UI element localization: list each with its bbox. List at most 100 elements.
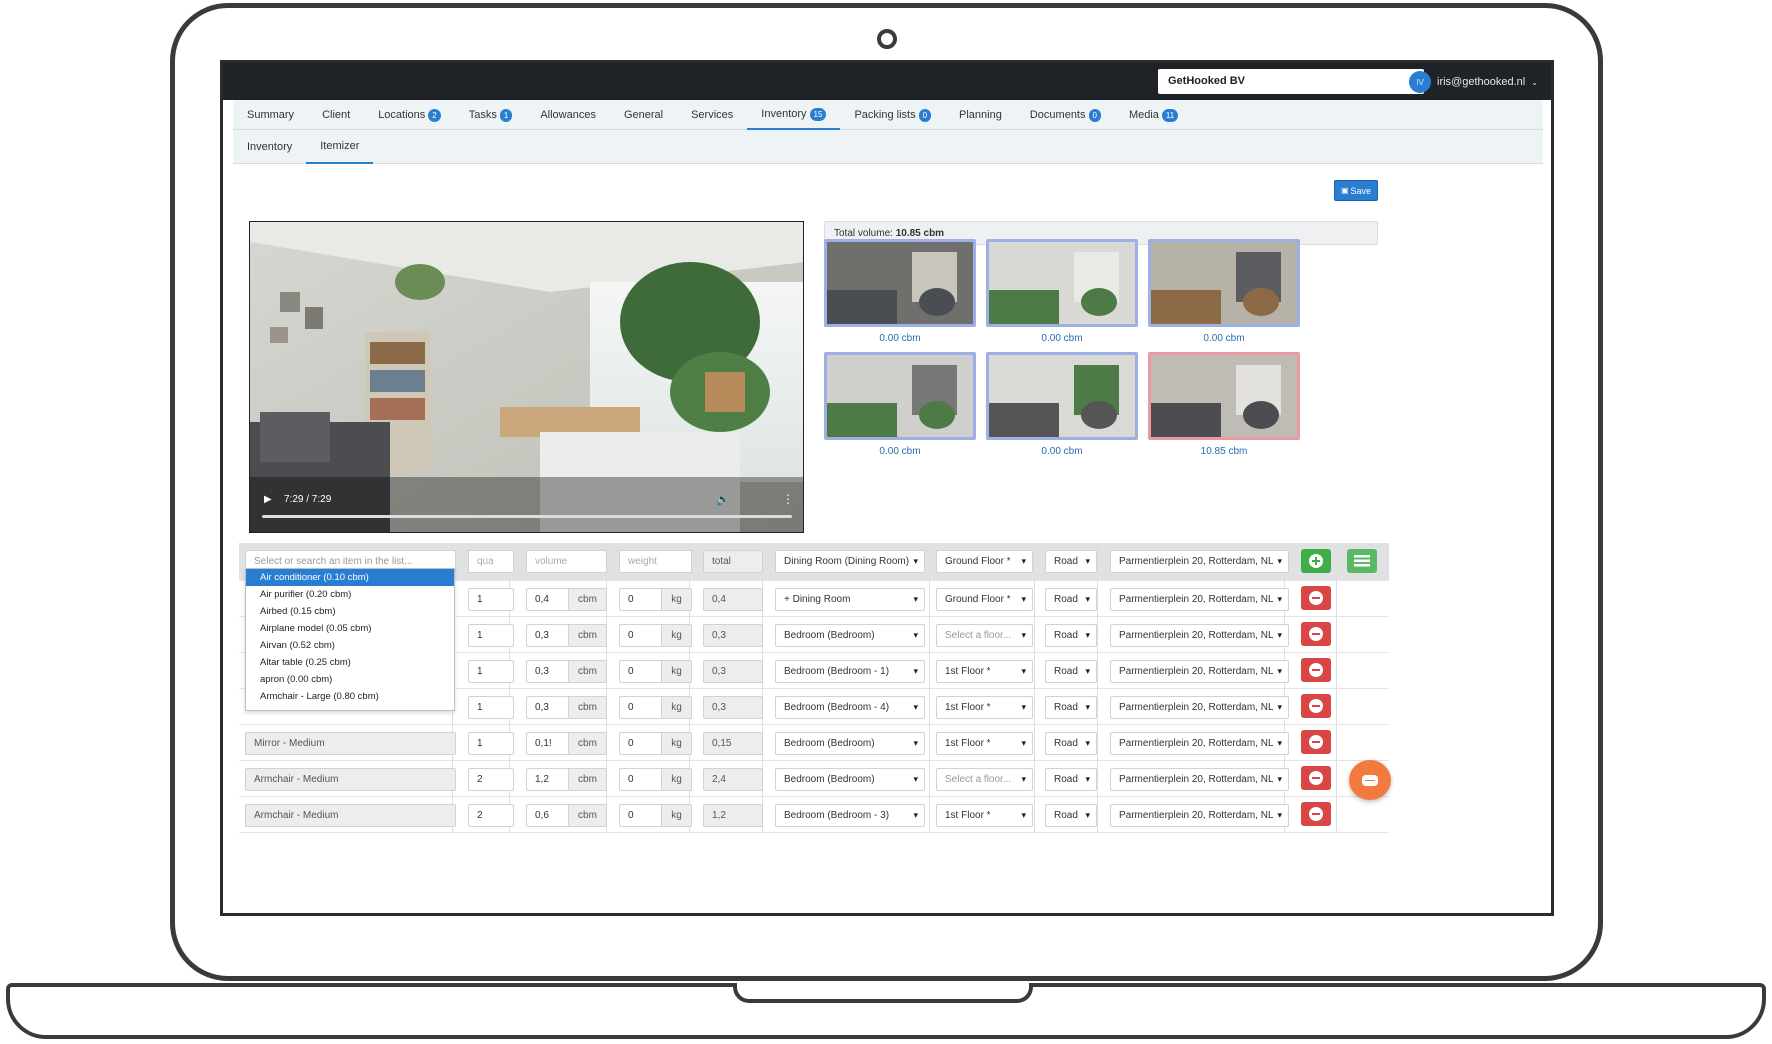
transport-select[interactable]: Road bbox=[1045, 696, 1097, 719]
tab-planning[interactable]: Planning bbox=[945, 100, 1016, 130]
video-thumbnail[interactable] bbox=[824, 239, 976, 327]
dropdown-option[interactable]: Airbed (0.15 cbm) bbox=[246, 603, 454, 620]
quantity-input[interactable]: 1 bbox=[468, 696, 514, 719]
floor-select[interactable]: 1st Floor * bbox=[936, 696, 1033, 719]
save-button[interactable]: ▣ Save bbox=[1334, 180, 1378, 201]
quantity-input[interactable]: 2 bbox=[468, 768, 514, 791]
quantity-input[interactable]: qua bbox=[468, 550, 514, 573]
room-select[interactable]: Bedroom (Bedroom - 3) bbox=[775, 804, 925, 827]
quantity-input[interactable]: 2 bbox=[468, 804, 514, 827]
transport-select[interactable]: Road bbox=[1045, 550, 1097, 573]
tab-allowances[interactable]: Allowances bbox=[526, 100, 610, 130]
weight-input[interactable]: weight bbox=[619, 550, 692, 573]
weight-input[interactable]: 0 bbox=[619, 768, 663, 791]
transport-select[interactable]: Road bbox=[1045, 732, 1097, 755]
subtab-inventory[interactable]: Inventory bbox=[233, 130, 306, 164]
transport-select[interactable]: Road bbox=[1045, 804, 1097, 827]
more-options-icon[interactable]: ⋮ bbox=[782, 492, 794, 506]
floor-select[interactable]: 1st Floor * bbox=[936, 660, 1033, 683]
weight-input[interactable]: 0 bbox=[619, 696, 663, 719]
tab-tasks[interactable]: Tasks 1 bbox=[455, 100, 527, 130]
remove-item-button[interactable] bbox=[1301, 658, 1331, 682]
chat-button[interactable] bbox=[1349, 760, 1391, 800]
volume-input[interactable]: 0,3 bbox=[526, 696, 570, 719]
video-progress-bar[interactable] bbox=[262, 515, 792, 518]
transport-select[interactable]: Road bbox=[1045, 660, 1097, 683]
tab-services[interactable]: Services bbox=[677, 100, 747, 130]
dropdown-option[interactable]: Airvan (0.52 cbm) bbox=[246, 637, 454, 654]
weight-input[interactable]: 0 bbox=[619, 624, 663, 647]
video-thumbnail[interactable] bbox=[986, 352, 1138, 440]
room-select[interactable]: + Dining Room bbox=[775, 588, 925, 611]
room-select[interactable]: Bedroom (Bedroom - 4) bbox=[775, 696, 925, 719]
dropdown-option[interactable]: Airplane model (0.05 cbm) bbox=[246, 620, 454, 637]
floor-select[interactable]: Select a floor... bbox=[936, 624, 1033, 647]
tab-documents[interactable]: Documents 0 bbox=[1016, 100, 1115, 130]
transport-select[interactable]: Road bbox=[1045, 768, 1097, 791]
volume-input[interactable]: 0,3 bbox=[526, 624, 570, 647]
address-select[interactable]: Parmentierplein 20, Rotterdam, NL bbox=[1110, 660, 1289, 683]
play-icon[interactable]: ▶ bbox=[264, 494, 272, 505]
video-thumbnail[interactable] bbox=[824, 352, 976, 440]
dropdown-option[interactable]: Altar table (0.25 cbm) bbox=[246, 654, 454, 671]
weight-input[interactable]: 0 bbox=[619, 660, 663, 683]
weight-input[interactable]: 0 bbox=[619, 588, 663, 611]
address-select[interactable]: Parmentierplein 20, Rotterdam, NL bbox=[1110, 624, 1289, 647]
address-select[interactable]: Parmentierplein 20, Rotterdam, NL bbox=[1110, 588, 1289, 611]
quantity-input[interactable]: 1 bbox=[468, 624, 514, 647]
video-thumbnail[interactable] bbox=[1148, 239, 1300, 327]
quantity-input[interactable]: 1 bbox=[468, 660, 514, 683]
tab-inventory[interactable]: Inventory 15 bbox=[747, 100, 841, 130]
remove-item-button[interactable] bbox=[1301, 766, 1331, 790]
add-item-button[interactable] bbox=[1301, 549, 1331, 573]
floor-select[interactable]: Select a floor... bbox=[936, 768, 1033, 791]
floor-select[interactable]: 1st Floor * bbox=[936, 732, 1033, 755]
floor-select[interactable]: 1st Floor * bbox=[936, 804, 1033, 827]
transport-select[interactable]: Road bbox=[1045, 588, 1097, 611]
address-select[interactable]: Parmentierplein 20, Rotterdam, NL bbox=[1110, 768, 1289, 791]
volume-input[interactable]: 0,4 bbox=[526, 588, 570, 611]
tab-packing-lists[interactable]: Packing lists 0 bbox=[840, 100, 945, 130]
volume-input[interactable]: 1,2 bbox=[526, 768, 570, 791]
remove-item-button[interactable] bbox=[1301, 730, 1331, 754]
address-select[interactable]: Parmentierplein 20, Rotterdam, NL bbox=[1110, 804, 1289, 827]
video-thumbnail[interactable] bbox=[1148, 352, 1300, 440]
address-select[interactable]: Parmentierplein 20, Rotterdam, NL bbox=[1110, 732, 1289, 755]
room-select[interactable]: Bedroom (Bedroom) bbox=[775, 624, 925, 647]
weight-input[interactable]: 0 bbox=[619, 732, 663, 755]
user-menu[interactable]: IV iris@gethooked.nl ⌄ bbox=[1409, 70, 1538, 94]
address-select[interactable]: Parmentierplein 20, Rotterdam, NL bbox=[1110, 550, 1289, 573]
dropdown-option[interactable]: Air purifier (0.20 cbm) bbox=[246, 586, 454, 603]
room-select[interactable]: Bedroom (Bedroom - 1) bbox=[775, 660, 925, 683]
weight-input[interactable]: 0 bbox=[619, 804, 663, 827]
dropdown-option[interactable]: Armchair - Large (0.80 cbm) bbox=[246, 688, 454, 705]
floor-select[interactable]: Ground Floor * bbox=[936, 588, 1033, 611]
quantity-input[interactable]: 1 bbox=[468, 588, 514, 611]
address-select[interactable]: Parmentierplein 20, Rotterdam, NL bbox=[1110, 696, 1289, 719]
volume-input[interactable]: 0,6 bbox=[526, 804, 570, 827]
volume-icon[interactable]: 🔈 bbox=[716, 493, 730, 506]
room-select[interactable]: Dining Room (Dining Room) bbox=[775, 550, 925, 573]
company-select[interactable]: GetHooked BV ▾ bbox=[1158, 69, 1424, 94]
item-suggestion-dropdown[interactable]: Air conditioner (0.10 cbm) Air purifier (… bbox=[245, 568, 455, 711]
video-thumbnail[interactable] bbox=[986, 239, 1138, 327]
tab-general[interactable]: General bbox=[610, 100, 677, 130]
tab-locations[interactable]: Locations 2 bbox=[364, 100, 455, 130]
volume-input[interactable]: volume bbox=[526, 550, 607, 573]
video-player[interactable]: ▶ 7:29 / 7:29 🔈 ⋮ bbox=[249, 221, 804, 533]
remove-item-button[interactable] bbox=[1301, 802, 1331, 826]
tab-media[interactable]: Media 11 bbox=[1115, 100, 1192, 130]
subtab-itemizer[interactable]: Itemizer bbox=[306, 130, 374, 164]
remove-item-button[interactable] bbox=[1301, 694, 1331, 718]
remove-item-button[interactable] bbox=[1301, 586, 1331, 610]
tab-summary[interactable]: Summary bbox=[233, 100, 308, 130]
volume-input[interactable]: 0,3 bbox=[526, 660, 570, 683]
room-select[interactable]: Bedroom (Bedroom) bbox=[775, 768, 925, 791]
room-select[interactable]: Bedroom (Bedroom) bbox=[775, 732, 925, 755]
bulk-list-button[interactable] bbox=[1347, 549, 1377, 573]
floor-select[interactable]: Ground Floor * bbox=[936, 550, 1033, 573]
dropdown-option[interactable]: Air conditioner (0.10 cbm) bbox=[246, 569, 454, 586]
transport-select[interactable]: Road bbox=[1045, 624, 1097, 647]
quantity-input[interactable]: 1 bbox=[468, 732, 514, 755]
dropdown-option[interactable]: apron (0.00 cbm) bbox=[246, 671, 454, 688]
